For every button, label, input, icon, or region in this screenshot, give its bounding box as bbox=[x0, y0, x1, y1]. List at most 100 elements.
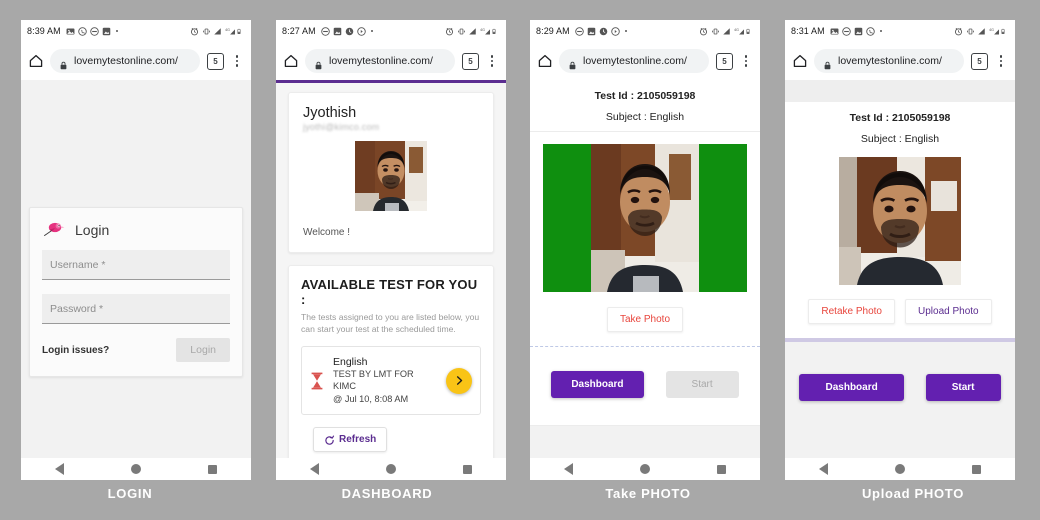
capture-button-row: Take Photo bbox=[530, 307, 760, 332]
profile-photo-wrapper bbox=[303, 141, 479, 211]
app-accent-bar bbox=[276, 80, 506, 83]
refresh-button[interactable]: Refresh bbox=[313, 427, 388, 453]
dashboard-button[interactable]: Dashboard bbox=[799, 374, 904, 401]
signal-icon bbox=[977, 27, 986, 36]
camera-preview-subject bbox=[591, 144, 699, 292]
tab-count-button[interactable]: 5 bbox=[207, 52, 224, 70]
nav-home-icon[interactable] bbox=[130, 464, 141, 474]
start-test-chevron-button[interactable] bbox=[446, 367, 472, 394]
test-id-label: Test Id : 2105059198 bbox=[849, 112, 951, 124]
start-button[interactable]: Start bbox=[665, 371, 739, 398]
nav-home-icon[interactable] bbox=[894, 464, 905, 474]
url-bar[interactable]: lovemytestonline.com/ bbox=[559, 49, 709, 73]
nav-home-icon[interactable] bbox=[639, 464, 650, 474]
signal-icon bbox=[722, 27, 731, 36]
nav-recents-icon[interactable] bbox=[717, 464, 727, 474]
retake-photo-button[interactable]: Retake Photo bbox=[808, 299, 895, 324]
photo-icon bbox=[102, 27, 111, 36]
test-list-item[interactable]: English TEST BY LMT FOR KIMC @ Jul 10, 8… bbox=[301, 345, 481, 416]
browser-toolbar: lovemytestonline.com/ 5 bbox=[276, 42, 506, 80]
status-system-icons: 4G bbox=[699, 27, 754, 36]
signal-icon bbox=[213, 27, 222, 36]
home-icon[interactable] bbox=[284, 54, 298, 68]
nav-home-icon[interactable] bbox=[385, 464, 396, 474]
profile-card: Jyothish jyothi@kimco.com Welcome ! bbox=[288, 92, 494, 253]
caption-take-photo: Take PHOTO bbox=[605, 486, 691, 501]
profile-email: jyothi@kimco.com bbox=[303, 122, 380, 132]
svg-text:4G: 4G bbox=[989, 27, 994, 31]
kebab-menu-icon[interactable] bbox=[995, 54, 1007, 68]
refresh-icon bbox=[324, 435, 335, 445]
android-nav-bar bbox=[785, 458, 1015, 480]
phone-screenshot-dashboard: 8:27 AM 4G lovemytestonline.com/ 5 Jyoth… bbox=[276, 20, 506, 480]
whatsapp-icon bbox=[866, 26, 875, 36]
password-field[interactable]: Password * bbox=[42, 294, 230, 324]
home-icon[interactable] bbox=[538, 54, 552, 68]
vibrate-icon bbox=[711, 27, 720, 36]
welcome-text: Welcome ! bbox=[303, 227, 351, 238]
status-notification-icons bbox=[321, 26, 373, 36]
kebab-menu-icon[interactable] bbox=[486, 54, 498, 68]
username-field[interactable]: Username * bbox=[42, 250, 230, 280]
nav-back-icon[interactable] bbox=[54, 463, 64, 475]
sound-icon bbox=[357, 26, 366, 36]
start-button[interactable]: Start bbox=[925, 374, 1001, 401]
status-dot-separator bbox=[624, 30, 627, 32]
url-text: lovemytestonline.com/ bbox=[74, 55, 178, 67]
screenshot-board: 8:39 AM 4G lovemytestonline.com/ 5 Login… bbox=[0, 0, 1040, 520]
page-content-login: Login Username * Password * Login issues… bbox=[21, 80, 251, 458]
url-bar[interactable]: lovemytestonline.com/ bbox=[814, 49, 964, 73]
status-notification-icons bbox=[830, 26, 882, 36]
upload-photo-button[interactable]: Upload Photo bbox=[905, 299, 992, 324]
home-icon[interactable] bbox=[793, 54, 807, 68]
caption-upload-photo: Upload PHOTO bbox=[861, 486, 965, 501]
top-grey-strip bbox=[785, 80, 1015, 102]
page-content-take-photo: Test Id : 2105059198 Subject : English T… bbox=[530, 80, 760, 458]
kebab-menu-icon[interactable] bbox=[231, 54, 243, 68]
pink-bird-logo-icon bbox=[42, 220, 66, 240]
captured-photo bbox=[839, 157, 961, 285]
photo-icon bbox=[587, 27, 596, 36]
do-not-disturb-icon bbox=[575, 26, 584, 36]
kebab-menu-icon[interactable] bbox=[740, 54, 752, 68]
tab-count-button[interactable]: 5 bbox=[462, 52, 479, 70]
svg-text:4G: 4G bbox=[480, 27, 485, 31]
vibrate-icon bbox=[966, 27, 975, 36]
home-icon[interactable] bbox=[29, 54, 43, 68]
vibrate-icon bbox=[457, 27, 466, 36]
status-bar: 8:29 AM 4G bbox=[530, 20, 760, 42]
photo-icon bbox=[854, 27, 863, 36]
test-subject-label: Subject : English bbox=[605, 111, 685, 123]
tab-count-button[interactable]: 5 bbox=[716, 52, 733, 70]
url-bar[interactable]: lovemytestonline.com/ bbox=[50, 49, 200, 73]
battery-icon bbox=[745, 27, 754, 36]
status-bar: 8:31 AM 4G bbox=[785, 20, 1015, 42]
status-system-icons: 4G bbox=[954, 27, 1009, 36]
take-photo-button[interactable]: Take Photo bbox=[606, 307, 684, 332]
test-schedule: @ Jul 10, 8:08 AM bbox=[333, 393, 409, 404]
login-submit-button[interactable]: Login bbox=[176, 338, 230, 362]
login-issues-link[interactable]: Login issues? bbox=[42, 345, 109, 356]
dashboard-button[interactable]: Dashboard bbox=[551, 371, 644, 398]
vibrate-icon bbox=[202, 27, 211, 36]
nav-recents-icon[interactable] bbox=[208, 464, 218, 474]
phone-screenshot-take-photo: 8:29 AM 4G lovemytestonline.com/ 5 Test … bbox=[530, 20, 760, 480]
browser-toolbar: lovemytestonline.com/ 5 bbox=[530, 42, 760, 80]
clock-icon bbox=[599, 27, 608, 36]
nav-back-icon[interactable] bbox=[309, 463, 319, 475]
browser-toolbar: lovemytestonline.com/ 5 bbox=[785, 42, 1015, 80]
camera-preview[interactable] bbox=[543, 144, 747, 292]
nav-back-icon[interactable] bbox=[818, 463, 828, 475]
tab-count-button[interactable]: 5 bbox=[971, 52, 988, 70]
nav-recents-icon[interactable] bbox=[972, 464, 982, 474]
status-time: 8:27 AM bbox=[282, 26, 316, 36]
profile-name: Jyothish bbox=[303, 105, 357, 121]
url-text: lovemytestonline.com/ bbox=[583, 55, 687, 67]
network-4g-icon: 4G bbox=[480, 27, 490, 36]
url-bar[interactable]: lovemytestonline.com/ bbox=[305, 49, 455, 73]
nav-recents-icon[interactable] bbox=[463, 464, 473, 474]
svg-text:4G: 4G bbox=[734, 27, 739, 31]
do-not-disturb-icon bbox=[321, 26, 330, 36]
battery-icon bbox=[491, 27, 500, 36]
nav-back-icon[interactable] bbox=[563, 463, 573, 475]
